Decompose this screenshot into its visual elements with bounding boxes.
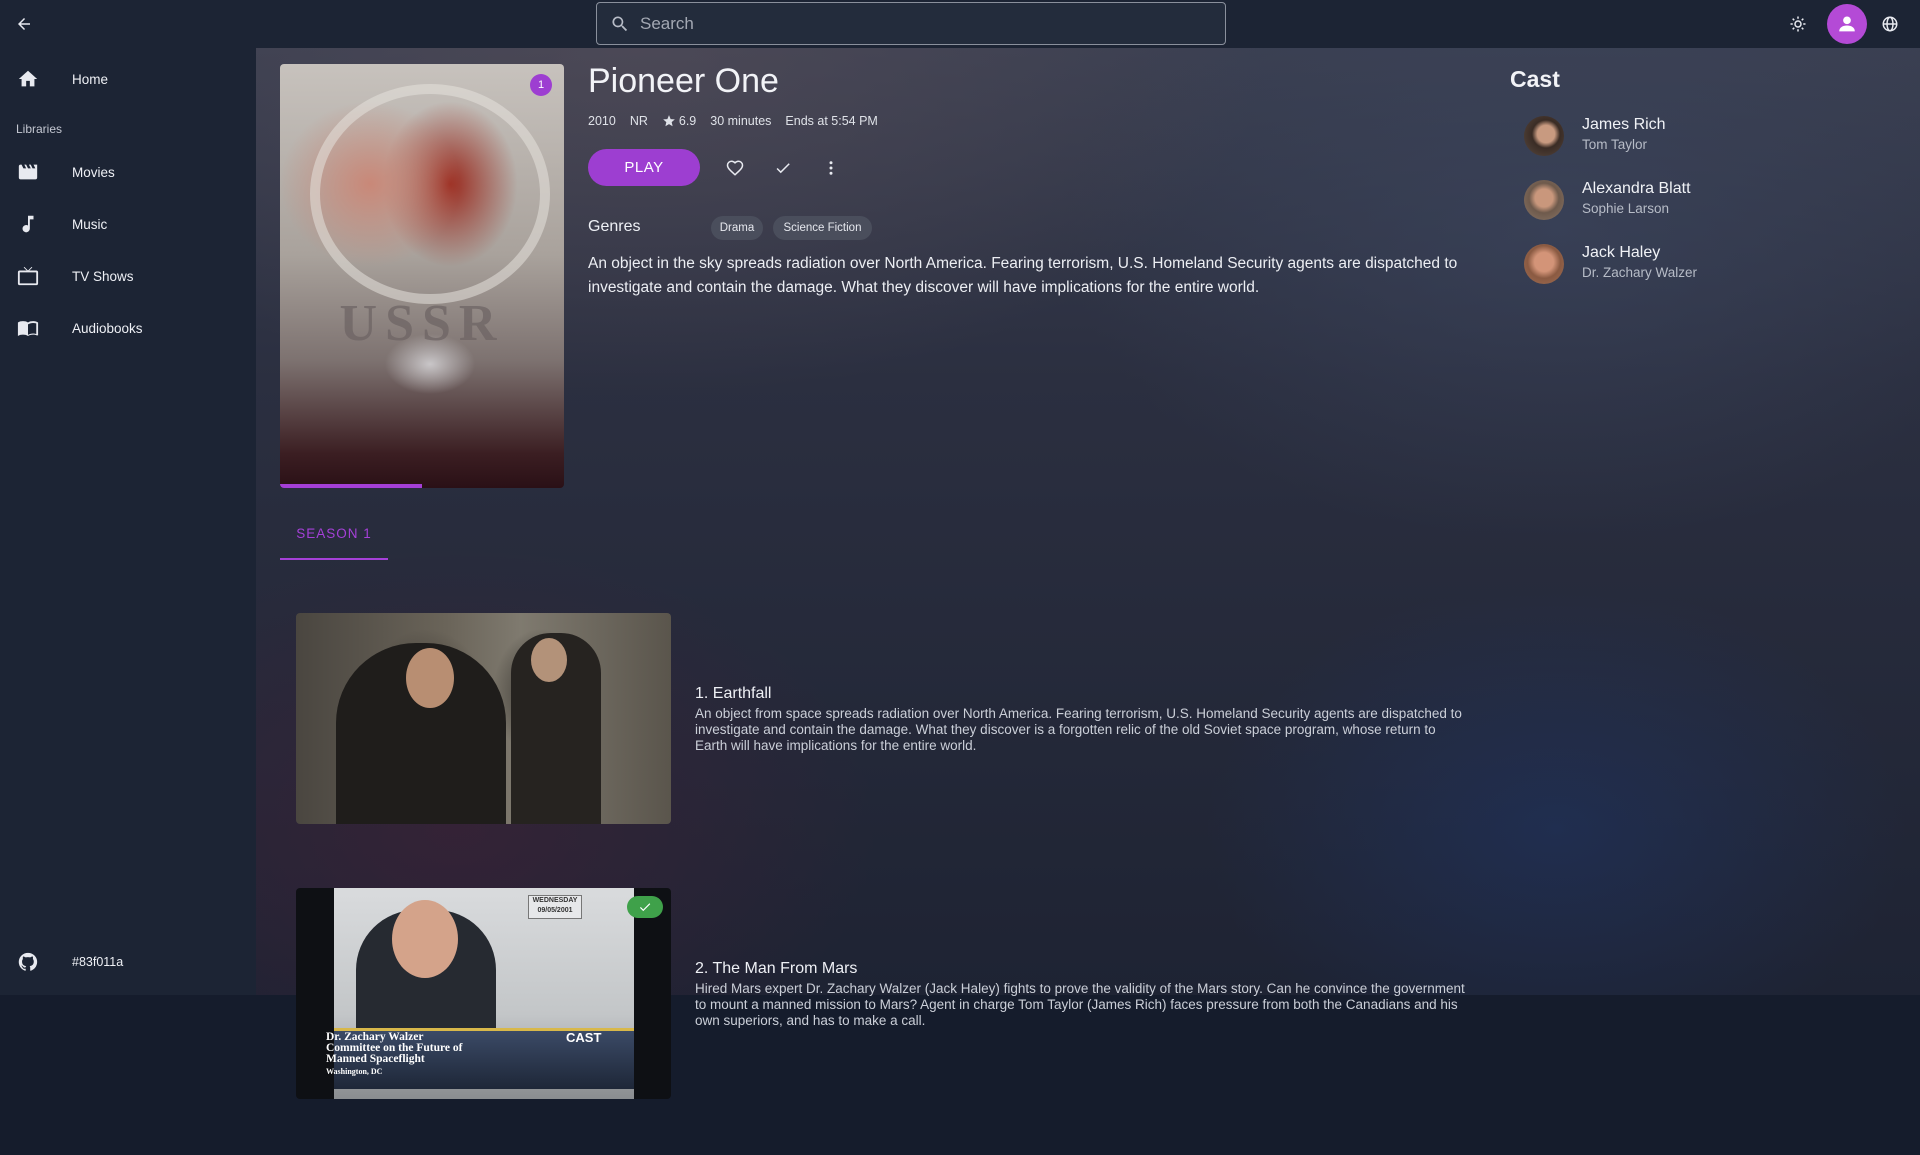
- episode-title[interactable]: 1. Earthfall: [695, 685, 771, 703]
- cast-name: Jack Haley: [1582, 244, 1661, 261]
- search-icon: [612, 16, 628, 32]
- thumbnail-figure: [406, 648, 454, 708]
- thumbnail-caption-text: Dr. Zachary Walzer Committee on the Futu…: [326, 1031, 463, 1065]
- ends-at-label: Ends at 5:54 PM: [785, 114, 878, 128]
- tv-icon: [16, 264, 40, 288]
- arrow-left-icon: [18, 18, 30, 30]
- cast-role: Tom Taylor: [1582, 137, 1648, 152]
- watched-indicator: [627, 896, 663, 918]
- episode-thumbnail[interactable]: [296, 613, 671, 824]
- sidebar-item-home[interactable]: Home: [0, 57, 256, 101]
- sidebar-item-label: Movies: [72, 164, 115, 180]
- dots-vertical-icon: [829, 161, 833, 175]
- avatar: [1524, 180, 1564, 220]
- account-icon: [1839, 16, 1855, 32]
- avatar: [1524, 116, 1564, 156]
- page-title: Pioneer One: [588, 62, 779, 100]
- language-button[interactable]: [1874, 8, 1906, 40]
- cast-member[interactable]: Alexandra Blatt Sophie Larson: [1524, 176, 1824, 224]
- cast-member[interactable]: Jack Haley Dr. Zachary Walzer: [1524, 240, 1824, 288]
- thumbnail-caption: Dr. Zachary Walzer Committee on the Futu…: [326, 1031, 536, 1077]
- avatar: [1524, 244, 1564, 284]
- navigation-drawer: Home Libraries Movies Music TV Shows Aud…: [0, 48, 256, 995]
- sidebar-item-audiobooks[interactable]: Audiobooks: [0, 306, 256, 350]
- genres-heading: Genres: [588, 218, 641, 235]
- item-overview: An object in the sky spreads radiation o…: [588, 255, 1458, 296]
- more-options-button[interactable]: [816, 153, 846, 183]
- sidebar-item-label: Home: [72, 71, 109, 87]
- brightness-icon: [1790, 16, 1806, 32]
- episode-title[interactable]: 2. The Man From Mars: [695, 960, 857, 978]
- media-info-row: 2010 NR 6.9 30 minutes Ends at 5:54 PM: [588, 114, 892, 128]
- sidebar-item-label: TV Shows: [72, 268, 134, 284]
- sidebar-item-label: Audiobooks: [72, 320, 143, 336]
- genre-chip[interactable]: Drama: [711, 216, 763, 240]
- community-rating-value: 6.9: [678, 114, 697, 128]
- thumbnail-location: Washington, DC: [326, 1067, 383, 1076]
- thumbnail-figure: [531, 638, 567, 682]
- episode-thumbnail[interactable]: WEDNESDAY 09/05/2001 Dr. Zachary Walzer …: [296, 888, 671, 1099]
- cast-member[interactable]: James Rich Tom Taylor: [1524, 112, 1824, 160]
- poster-image[interactable]: USSR 1: [280, 64, 564, 488]
- theme-toggle-button[interactable]: [1782, 8, 1814, 40]
- movie-icon: [16, 160, 40, 184]
- github-icon: [16, 950, 40, 974]
- check-icon: [639, 903, 651, 912]
- year-label: 2010: [588, 114, 616, 128]
- episode-overview: Hired Mars expert Dr. Zachary Walzer (Ja…: [695, 981, 1465, 1028]
- genre-chip[interactable]: Science Fiction: [773, 216, 872, 240]
- play-progress-bar: [280, 484, 564, 488]
- unplayed-count-badge: 1: [530, 74, 552, 96]
- cast-name: Alexandra Blatt: [1582, 180, 1691, 197]
- cast-name: James Rich: [1582, 116, 1666, 133]
- episode-overview: An object from space spreads radiation o…: [695, 706, 1462, 753]
- cast-role: Dr. Zachary Walzer: [1582, 265, 1698, 280]
- tab-season-1[interactable]: SEASON 1: [280, 518, 388, 560]
- thumbnail-network-logo: CAST: [566, 1030, 602, 1045]
- music-icon: [16, 212, 40, 236]
- sidebar-item-version[interactable]: #83f011a: [0, 940, 256, 984]
- play-progress-fill: [280, 484, 422, 488]
- book-icon: [16, 316, 40, 340]
- search-box[interactable]: [596, 2, 1226, 45]
- cast-heading: Cast: [1510, 66, 1560, 92]
- runtime-label: 30 minutes: [710, 114, 772, 128]
- sidebar-item-movies[interactable]: Movies: [0, 150, 256, 194]
- back-button[interactable]: [8, 8, 40, 40]
- cast-role: Sophie Larson: [1582, 201, 1670, 216]
- globe-icon: [1882, 16, 1898, 32]
- poster-title-art: USSR: [339, 295, 505, 352]
- libraries-heading: Libraries: [16, 122, 63, 136]
- play-button[interactable]: PLAY: [588, 149, 700, 186]
- heart-outline-icon: [726, 160, 744, 176]
- thumbnail-day: WEDNESDAY: [532, 897, 578, 904]
- check-icon: [776, 163, 790, 174]
- community-rating: 6.9: [662, 114, 696, 128]
- sidebar-item-music[interactable]: Music: [0, 202, 256, 246]
- favorite-button[interactable]: [720, 153, 750, 183]
- sidebar-item-tv-shows[interactable]: TV Shows: [0, 254, 256, 298]
- thumbnail-figure: [392, 900, 458, 978]
- home-icon: [16, 67, 40, 91]
- mark-played-button[interactable]: [768, 153, 798, 183]
- version-label: #83f011a: [72, 955, 124, 969]
- thumbnail-date: 09/05/2001: [537, 907, 573, 914]
- sidebar-item-label: Music: [72, 216, 108, 232]
- thumbnail-date-box: WEDNESDAY 09/05/2001: [528, 895, 582, 919]
- search-input[interactable]: [640, 3, 1210, 44]
- star-icon: [663, 115, 675, 127]
- poster-helmet-art: [310, 84, 550, 304]
- user-avatar-button[interactable]: [1827, 4, 1867, 44]
- top-app-bar: [0, 0, 1920, 48]
- official-rating-label: NR: [629, 114, 648, 128]
